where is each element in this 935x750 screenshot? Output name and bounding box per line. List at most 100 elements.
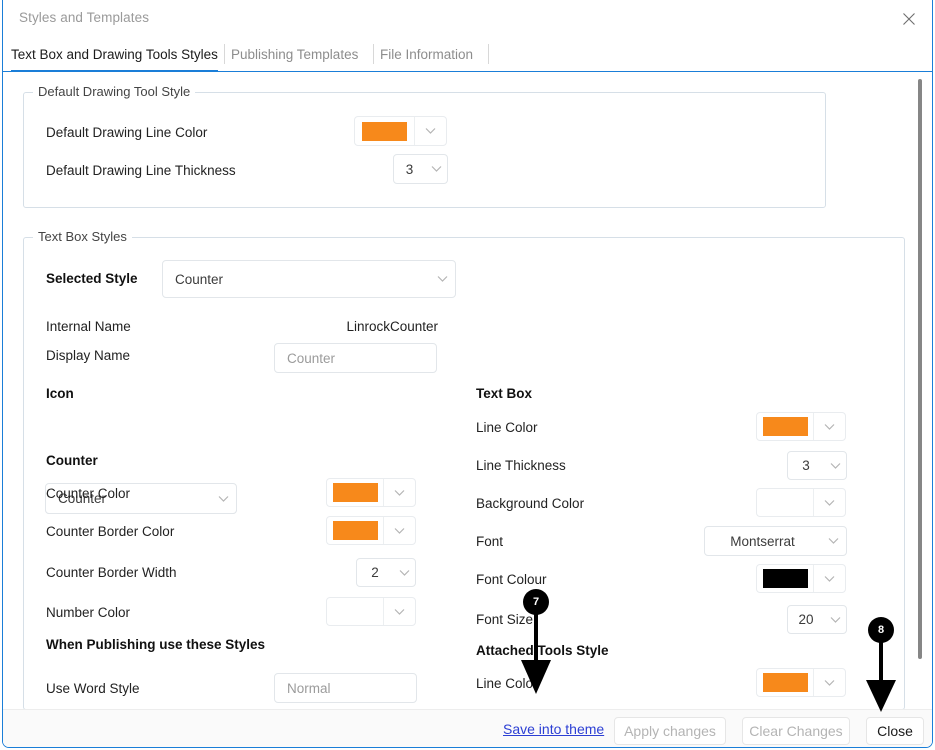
color-swatch-wrap (327, 517, 384, 544)
chevron-down-icon[interactable] (384, 527, 415, 535)
font-size-combo[interactable]: 20 (787, 605, 847, 634)
textbox-line-color-picker[interactable] (756, 412, 846, 441)
label-font-size: Font Size (476, 612, 533, 627)
input-placeholder-text: Counter (275, 351, 335, 366)
chevron-down-icon[interactable] (384, 608, 415, 616)
tab-publishing-templates[interactable]: Publishing Templates (231, 36, 358, 72)
counter-border-width-combo[interactable]: 2 (356, 558, 416, 587)
color-swatch (333, 483, 378, 502)
chevron-down-icon[interactable] (824, 616, 846, 624)
styles-and-templates-window: Styles and Templates Text Box and Drawin… (2, 0, 933, 748)
chevron-down-icon[interactable] (384, 489, 415, 497)
color-swatch (763, 569, 808, 588)
label-use-word-style: Use Word Style (46, 681, 140, 696)
combo-value: 3 (788, 458, 824, 473)
chevron-down-icon[interactable] (415, 127, 446, 135)
tab-label: Publishing Templates (231, 47, 358, 62)
heading-text-box: Text Box (476, 386, 532, 401)
internal-name-value: LinrockCounter (246, 319, 438, 334)
default-drawing-line-color-picker[interactable] (354, 116, 447, 146)
apply-changes-button[interactable]: Apply changes (614, 717, 726, 745)
color-swatch-wrap (355, 117, 415, 145)
button-label: Apply changes (624, 723, 716, 739)
heading-when-publishing-use-these-styles: When Publishing use these Styles (46, 637, 265, 652)
default-drawing-tool-style-group: Default Drawing Tool Style (23, 92, 826, 208)
window-title: Styles and Templates (19, 10, 149, 25)
group-legend: Default Drawing Tool Style (33, 84, 195, 99)
close-button[interactable]: Close (866, 717, 924, 745)
window-titlebar: Styles and Templates (3, 1, 932, 36)
label-attached-line-color: Line Color (476, 676, 538, 691)
attached-tools-line-color-picker[interactable] (756, 668, 846, 697)
save-into-theme-link[interactable]: Save into theme (503, 721, 604, 737)
combo-value: Montserrat (705, 534, 820, 549)
color-swatch-wrap (327, 479, 384, 506)
chevron-down-icon[interactable] (814, 679, 845, 687)
label-number-color: Number Color (46, 605, 130, 620)
combo-value: 20 (788, 612, 824, 627)
default-drawing-line-thickness-combo[interactable]: 3 (393, 154, 448, 184)
group-legend: Text Box Styles (33, 229, 132, 244)
label-default-drawing-line-thickness: Default Drawing Line Thickness (46, 163, 236, 178)
tab-bar: Text Box and Drawing Tools Styles Publis… (3, 36, 932, 72)
textbox-line-thickness-combo[interactable]: 3 (787, 451, 847, 480)
chevron-down-icon[interactable] (820, 537, 846, 545)
chevron-down-icon[interactable] (814, 423, 845, 431)
button-label: Clear Changes (749, 723, 842, 739)
color-swatch (763, 493, 808, 512)
color-swatch-wrap (327, 598, 384, 625)
tab-file-information[interactable]: File Information (380, 36, 473, 72)
combo-value: 2 (357, 565, 393, 580)
label-line-color: Line Color (476, 420, 538, 435)
tab-text-box-and-drawing-tools-styles[interactable]: Text Box and Drawing Tools Styles (11, 36, 218, 72)
tab-separator (224, 44, 225, 64)
display-name-input[interactable]: Counter (274, 343, 437, 373)
combo-value: Counter (163, 272, 429, 287)
use-word-style-input[interactable]: Normal (274, 673, 417, 703)
chevron-down-icon[interactable] (824, 462, 846, 470)
label-internal-name: Internal Name (46, 319, 131, 334)
tab-label: File Information (380, 47, 473, 62)
chevron-down-icon[interactable] (814, 575, 845, 583)
label-line-thickness: Line Thickness (476, 458, 566, 473)
label-background-color: Background Color (476, 496, 584, 511)
color-swatch (333, 521, 378, 540)
selected-style-combo[interactable]: Counter (162, 260, 456, 298)
color-swatch (763, 673, 808, 692)
heading-counter: Counter (46, 453, 98, 468)
annotation-badge-7: 7 (523, 589, 549, 615)
label-counter-border-color: Counter Border Color (46, 524, 174, 539)
counter-color-picker[interactable] (326, 478, 416, 507)
label-font: Font (476, 534, 503, 549)
color-swatch (362, 122, 407, 141)
font-combo[interactable]: Montserrat (704, 526, 847, 556)
chevron-down-icon[interactable] (210, 495, 236, 503)
tab-label: Text Box and Drawing Tools Styles (11, 47, 218, 62)
font-colour-picker[interactable] (756, 564, 846, 593)
label-icon: Icon (46, 386, 74, 401)
counter-border-color-picker[interactable] (326, 516, 416, 545)
label-display-name: Display Name (46, 348, 130, 363)
vertical-scrollbar-thumb[interactable] (918, 79, 922, 659)
heading-attached-tools-style: Attached Tools Style (476, 643, 609, 658)
settings-scroll-pane: Default Drawing Tool Style Default Drawi… (3, 72, 932, 710)
number-color-picker[interactable] (326, 597, 416, 626)
chevron-down-icon[interactable] (814, 499, 845, 507)
clear-changes-button[interactable]: Clear Changes (742, 717, 850, 745)
label-font-colour: Font Colour (476, 572, 547, 587)
textbox-background-color-picker[interactable] (756, 488, 846, 517)
vertical-scrollbar-track[interactable] (917, 72, 929, 710)
label-default-drawing-line-color: Default Drawing Line Color (46, 125, 207, 140)
color-swatch (333, 602, 378, 621)
close-icon[interactable] (886, 1, 932, 36)
color-swatch-wrap (757, 413, 814, 440)
chevron-down-icon[interactable] (425, 165, 447, 173)
button-label: Close (877, 723, 913, 739)
chevron-down-icon[interactable] (429, 275, 455, 283)
tab-separator (373, 44, 374, 64)
dialog-footer: Save into theme Apply changes Clear Chan… (3, 709, 932, 747)
input-placeholder-text: Normal (275, 681, 331, 696)
chevron-down-icon[interactable] (393, 569, 415, 577)
label-counter-border-width: Counter Border Width (46, 565, 177, 580)
color-swatch-wrap (757, 565, 814, 592)
